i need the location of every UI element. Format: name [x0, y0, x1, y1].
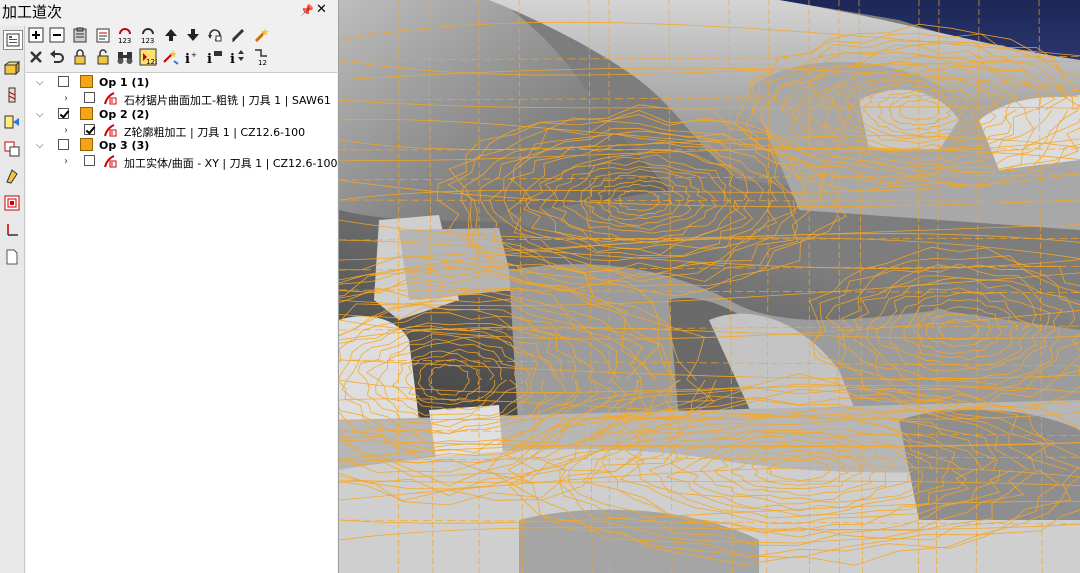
svg-text:i: i [185, 52, 190, 65]
pin-icon[interactable]: 📌 [300, 4, 314, 17]
svg-text:+: + [191, 51, 197, 59]
toolpath-icon[interactable] [3, 113, 21, 131]
transform-icon[interactable] [162, 48, 180, 66]
info-a-icon[interactable]: i [206, 48, 224, 66]
document-icon[interactable] [3, 248, 21, 266]
tree-operation-row[interactable]: › 石材锯片曲面加工-粗铣 | 刀具 1 | SAW61 [26, 91, 337, 107]
tree-operation-row[interactable]: › Z轮廓粗加工 | 刀具 1 | CZ12.6-100 [26, 123, 337, 139]
info-icon[interactable]: i + [184, 48, 202, 66]
step-icon[interactable]: 12 [252, 48, 270, 66]
renumber-icon[interactable]: 123 [116, 26, 134, 44]
refresh-icon[interactable] [206, 26, 224, 44]
op-label: Op 1 (1) [99, 76, 150, 89]
move-down-icon[interactable] [184, 26, 202, 44]
renumber-alt-icon[interactable]: 123 [139, 26, 157, 44]
svg-text:i: i [207, 52, 212, 65]
operations-icon[interactable] [3, 30, 23, 50]
op-label: Op 3 (3) [99, 139, 150, 152]
coordinates-icon[interactable] [3, 221, 21, 239]
svg-text:12: 12 [258, 59, 267, 66]
chevron-right-icon[interactable]: › [64, 125, 74, 136]
graphics-viewport[interactable] [339, 0, 1080, 573]
vertical-toolbar [0, 26, 25, 573]
chevron-down-icon[interactable]: ⌵ [36, 140, 46, 151]
op-label: Op 2 (2) [99, 108, 150, 121]
svg-text:123: 123 [146, 58, 157, 66]
operations-panel: 加工道次 📌 ✕ 123 123 12 i + i i 12 ⌵ Op 1 (1… [0, 0, 339, 573]
op-checkbox[interactable] [58, 139, 69, 150]
info-b-icon[interactable]: i [229, 48, 247, 66]
tools-icon[interactable] [3, 86, 21, 104]
chevron-down-icon[interactable]: ⌵ [36, 77, 46, 88]
clipboard-icon[interactable] [71, 26, 89, 44]
levels-icon[interactable] [3, 167, 21, 185]
toolpath-render [339, 0, 1080, 573]
panel-title-bar: 加工道次 📌 ✕ [0, 0, 338, 24]
chevron-down-icon[interactable]: ⌵ [36, 109, 46, 120]
tree-operation-row[interactable]: › 加工实体/曲面 - XY | 刀具 1 | CZ12.6-100 [26, 154, 337, 170]
solids-icon[interactable] [3, 59, 21, 77]
tree-op-row[interactable]: ⌵ Op 3 (3) [26, 138, 337, 154]
stone-model [339, 0, 1080, 573]
toolpath-op-icon [102, 122, 118, 138]
magic-icon[interactable] [252, 26, 270, 44]
expand-all-icon[interactable] [27, 26, 45, 44]
op-folder-icon [80, 107, 93, 120]
operation-checkbox[interactable] [84, 155, 95, 166]
unlock-icon[interactable] [94, 48, 112, 66]
delete-icon[interactable] [27, 48, 45, 66]
edit-icon[interactable] [229, 26, 247, 44]
move-up-icon[interactable] [162, 26, 180, 44]
art-icon[interactable] [3, 194, 21, 212]
panel-title: 加工道次 [2, 3, 63, 21]
operation-label: 石材锯片曲面加工-粗铣 | 刀具 1 | SAW61 [124, 94, 331, 107]
op-folder-icon [80, 138, 93, 151]
operations-tree: ⌵ Op 1 (1) › 石材锯片曲面加工-粗铣 | 刀具 1 | SAW61 … [26, 72, 337, 573]
planes-icon[interactable] [3, 140, 21, 158]
operation-label: 加工实体/曲面 - XY | 刀具 1 | CZ12.6-100 [124, 157, 337, 170]
collapse-all-icon[interactable] [48, 26, 66, 44]
lock-icon[interactable] [71, 48, 89, 66]
op-checkbox[interactable] [58, 108, 69, 119]
op-checkbox[interactable] [58, 76, 69, 87]
svg-text:i: i [230, 52, 235, 65]
notes-icon[interactable] [94, 26, 112, 44]
tree-op-row[interactable]: ⌵ Op 1 (1) [26, 75, 337, 91]
close-icon[interactable]: ✕ [316, 2, 327, 17]
binoculars-icon[interactable] [116, 48, 134, 66]
operation-checkbox[interactable] [84, 92, 95, 103]
toolpath-op-icon [102, 153, 118, 169]
operation-checkbox[interactable] [84, 124, 95, 135]
tree-op-row[interactable]: ⌵ Op 2 (2) [26, 107, 337, 123]
number-list-icon[interactable]: 123 [139, 48, 157, 66]
undo-icon[interactable] [48, 48, 66, 66]
svg-text:123: 123 [141, 37, 154, 44]
toolpath-op-icon [102, 90, 118, 106]
svg-text:123: 123 [118, 37, 131, 44]
chevron-right-icon[interactable]: › [64, 156, 74, 167]
chevron-right-icon[interactable]: › [64, 93, 74, 104]
op-folder-icon [80, 75, 93, 88]
